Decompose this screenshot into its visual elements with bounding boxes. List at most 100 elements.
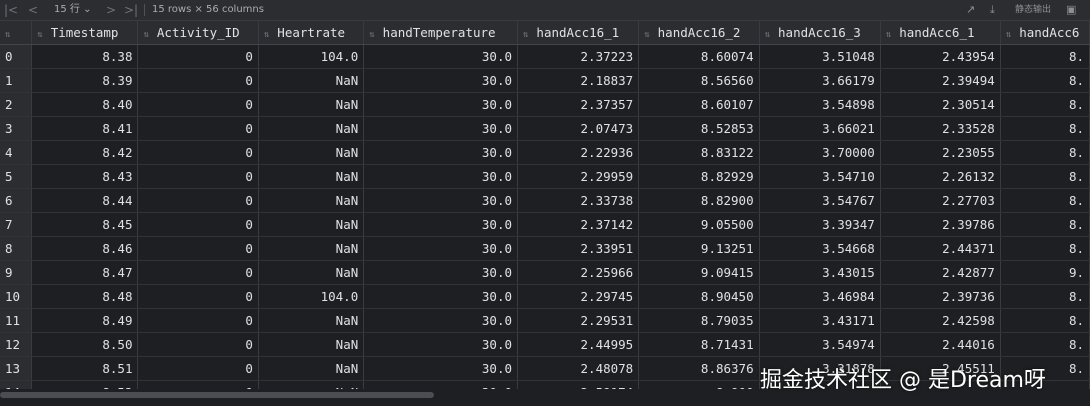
table-cell[interactable]: 30.0 — [363, 284, 518, 309]
open-in-editor-icon[interactable]: ↗ — [966, 2, 975, 18]
table-row[interactable]: 2 8.40 0 NaN 30.0 2.37357 8.60107 3.54898 2.3051… — [0, 92, 1090, 117]
table-row[interactable]: 5 8.43 0 NaN 30.0 2.29959 8.82929 3.54710 2.2613… — [0, 164, 1090, 189]
table-cell[interactable]: 8.82929 — [638, 164, 760, 189]
table-cell[interactable]: 2.29745 — [517, 284, 640, 309]
table-cell[interactable]: 2.37142 — [517, 212, 640, 237]
table-cell[interactable]: 2.42877 — [880, 260, 1001, 285]
table-cell[interactable]: NaN — [258, 188, 365, 213]
static-output-button[interactable]: 静态输出 — [1015, 2, 1051, 18]
table-row[interactable]: 9 8.47 0 NaN 30.0 2.25966 9.09415 3.43015 2.4287… — [0, 260, 1090, 285]
table-row[interactable]: 11 8.49 0 NaN 30.0 2.29531 8.79035 3.43171 2.425… — [0, 308, 1090, 333]
column-header[interactable]: ⇅ handAcc16_2 — [638, 21, 760, 45]
table-cell[interactable]: 0 — [137, 212, 259, 237]
table-cell[interactable]: NaN — [258, 236, 365, 261]
table-cell[interactable]: 8.79035 — [638, 308, 760, 333]
table-cell[interactable]: 2.39494 — [880, 68, 1001, 93]
table-cell[interactable]: 8.45 — [31, 212, 139, 237]
table-cell[interactable]: 30.0 — [363, 188, 518, 213]
download-icon[interactable]: ⤓ — [990, 2, 995, 18]
table-cell[interactable]: 2.29531 — [517, 308, 640, 333]
column-header[interactable]: ⇅ handAcc6_1 — [880, 21, 1001, 45]
table-cell[interactable]: 8.40 — [31, 92, 139, 117]
table-cell[interactable]: 9.09415 — [638, 260, 760, 285]
table-cell[interactable]: 8.50 — [31, 332, 139, 357]
table-cell[interactable]: 3.66179 — [759, 68, 881, 93]
table-cell[interactable]: 3.43171 — [759, 308, 881, 333]
page-size-dropdown[interactable]: 15 行 ⌄ — [50, 2, 95, 18]
table-cell[interactable]: 9.05500 — [638, 212, 760, 237]
column-header[interactable]: ⇅ handAcc16_3 — [759, 21, 881, 45]
scrollbar-thumb[interactable] — [0, 392, 434, 398]
column-header[interactable]: ⇅ Activity_ID — [137, 21, 259, 45]
table-cell[interactable]: 2.29959 — [517, 164, 640, 189]
table-cell[interactable]: 2.33951 — [517, 236, 640, 261]
table-cell[interactable]: 3.54710 — [759, 164, 881, 189]
column-header[interactable]: ⇅ Heartrate — [258, 21, 365, 45]
table-cell[interactable]: 2.39786 — [880, 212, 1001, 237]
table-row[interactable]: 1 8.39 0 NaN 30.0 2.18837 8.56560 3.66179 2.3949… — [0, 68, 1090, 93]
table-cell[interactable]: 8.38 — [31, 44, 139, 69]
table-cell[interactable]: NaN — [258, 308, 365, 333]
table-cell[interactable]: 0 — [137, 260, 259, 285]
table-cell[interactable]: 30.0 — [363, 164, 518, 189]
table-cell[interactable]: NaN — [258, 332, 365, 357]
table-cell[interactable]: 104.0 — [258, 44, 365, 69]
table-cell[interactable]: 2.48078 — [517, 356, 640, 381]
table-cell[interactable]: 30.0 — [363, 260, 518, 285]
table-cell[interactable]: NaN — [258, 116, 365, 141]
table-cell[interactable]: 104.0 — [258, 284, 365, 309]
table-cell[interactable]: 3.54668 — [759, 236, 881, 261]
table-cell[interactable]: 0 — [137, 92, 259, 117]
table-row[interactable]: 3 8.41 0 NaN 30.0 2.07473 8.52853 3.66021 2.3352… — [0, 116, 1090, 141]
table-cell[interactable]: 0 — [137, 68, 259, 93]
table-cell[interactable]: 8.42 — [31, 140, 139, 165]
table-cell[interactable]: 8. — [1000, 332, 1090, 357]
table-cell[interactable]: 3.54898 — [759, 92, 881, 117]
table-cell[interactable]: 0 — [137, 164, 259, 189]
table-cell[interactable]: 8.86376 — [638, 356, 760, 381]
table-cell[interactable]: 0 — [137, 332, 259, 357]
table-cell[interactable]: 2.33528 — [880, 116, 1001, 141]
table-cell[interactable]: 9. — [1000, 260, 1090, 285]
table-cell[interactable]: 3.51048 — [759, 44, 881, 69]
table-cell[interactable]: 2.44016 — [880, 332, 1001, 357]
table-cell[interactable]: 30.0 — [363, 92, 518, 117]
table-cell[interactable]: 2.30514 — [880, 92, 1001, 117]
table-cell[interactable]: 8. — [1000, 164, 1090, 189]
next-page-icon[interactable]: > — [106, 2, 116, 18]
table-cell[interactable]: 0 — [137, 44, 259, 69]
table-cell[interactable]: 30.0 — [363, 380, 518, 389]
table-row[interactable]: 7 8.45 0 NaN 30.0 2.37142 9.05500 3.39347 2.3978… — [0, 212, 1090, 237]
table-cell[interactable]: 0 — [137, 188, 259, 213]
table-row[interactable]: 0 8.38 0 104.0 30.0 2.37223 8.60074 3.51048 2.43… — [0, 44, 1090, 69]
table-cell[interactable]: 8. — [1000, 188, 1090, 213]
table-cell[interactable]: 3.70000 — [759, 140, 881, 165]
column-header[interactable]: ⇅ handAcc16_1 — [517, 21, 640, 45]
table-cell[interactable]: 0 — [137, 236, 259, 261]
table-row[interactable]: 8 8.46 0 NaN 30.0 2.33951 9.13251 3.54668 2.4437… — [0, 236, 1090, 261]
index-header[interactable]: ⇅ — [0, 21, 33, 45]
table-cell[interactable]: 8.43 — [31, 164, 139, 189]
table-cell[interactable]: 0 — [137, 308, 259, 333]
table-cell[interactable]: 3.66021 — [759, 116, 881, 141]
table-cell[interactable]: 30.0 — [363, 116, 518, 141]
table-cell[interactable]: 2.44995 — [517, 332, 640, 357]
table-cell[interactable]: 2.39736 — [880, 284, 1001, 309]
table-cell[interactable]: 30.0 — [363, 236, 518, 261]
vertical-scrollbar[interactable] — [1080, 21, 1090, 389]
table-cell[interactable]: 30.0 — [363, 44, 518, 69]
table-cell[interactable]: 8. — [1000, 68, 1090, 93]
table-cell[interactable]: 8.46 — [31, 236, 139, 261]
table-cell[interactable]: NaN — [258, 212, 365, 237]
table-cell[interactable]: 8.71431 — [638, 332, 760, 357]
last-page-icon[interactable]: >| — [124, 2, 138, 18]
table-cell[interactable]: 2.22936 — [517, 140, 640, 165]
table-cell[interactable]: 8. — [1000, 116, 1090, 141]
table-cell[interactable]: 3.43015 — [759, 260, 881, 285]
table-cell[interactable]: NaN — [258, 68, 365, 93]
table-cell[interactable]: 2.43954 — [880, 44, 1001, 69]
table-cell[interactable]: 8.82900 — [638, 188, 760, 213]
table-cell[interactable]: 8. — [1000, 92, 1090, 117]
table-cell[interactable]: 3.39347 — [759, 212, 881, 237]
table-cell[interactable]: NaN — [258, 164, 365, 189]
